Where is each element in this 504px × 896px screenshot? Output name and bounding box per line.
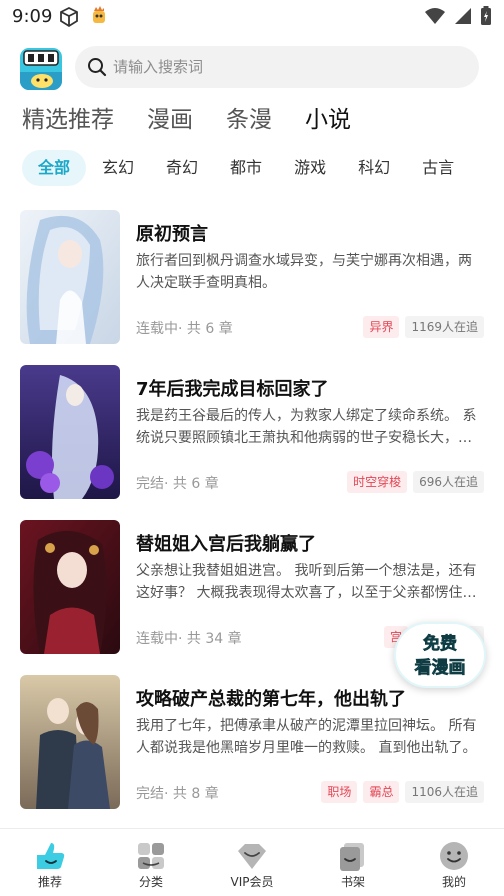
recommend-icon [33,839,67,873]
nav-label: 书架 [340,875,365,889]
novel-cover[interactable] [20,365,120,499]
wifi-icon [424,7,446,29]
nav-label: 我的 [441,875,466,889]
novel-cover[interactable] [20,210,120,344]
novel-description: 我是药王谷最后的传人，为救家人绑定了续命系统。 系统说只要照顾镇北王萧执和他病弱… [136,408,477,446]
status-time: 9:09 [12,6,53,27]
nav-profile[interactable]: 我的 [404,829,504,896]
novel-cover[interactable] [20,520,120,654]
novel-title: 替姐姐入宫后我躺赢了 [136,534,316,555]
chip-game[interactable]: 游戏 [294,150,326,186]
float-line-2: 看漫画 [414,658,466,679]
tab-comics[interactable]: 漫画 [147,102,193,138]
novel-meta: 连载中· 共 6 章 [136,321,233,337]
nav-label: 分类 [138,875,163,889]
novel-meta: 连载中· 共 34 章 [136,631,242,647]
genre-tag: 霸总 [363,781,400,803]
novel-meta: 完结· 共 8 章 [136,786,219,802]
novel-description: 父亲想让我替姐姐进宫。 我听到后第一个想法是，还有这好事？ 大概我表现得太欢喜了… [136,563,477,601]
novel-card[interactable]: 7年后我完成目标回家了 我是药王谷最后的传人，为救家人绑定了续命系统。 系统说只… [0,365,504,501]
header [0,44,504,92]
nav-recommend[interactable]: 推荐 [0,829,100,896]
nav-vip[interactable]: VIP会员 [202,829,302,896]
nav-bookshelf[interactable]: 书架 [303,829,403,896]
category-chips: 全部 玄幻 奇幻 都市 游戏 科幻 古言 [22,150,486,186]
cube-icon [58,6,80,32]
free-comics-float-button[interactable]: 免费 看漫画 [394,622,486,688]
main-tabs: 精选推荐 漫画 条漫 小说 [22,102,353,138]
app-notification-icon [89,5,109,31]
nav-category[interactable]: 分类 [101,829,201,896]
category-icon [134,839,168,873]
bottom-nav: 推荐 分类 VIP会员 书架 我的 [0,828,504,896]
genre-tag: 异界 [363,316,400,338]
signal-icon [454,7,472,29]
nav-label: 推荐 [37,875,62,889]
nav-label: VIP会员 [230,875,274,889]
profile-icon [437,839,471,873]
tab-webtoon[interactable]: 条漫 [226,102,272,138]
tab-featured[interactable]: 精选推荐 [22,102,114,138]
followers-badge: 1169人在追 [405,316,484,338]
float-line-1: 免费 [423,634,458,655]
chip-xuanhuan[interactable]: 玄幻 [102,150,134,186]
novel-title: 攻略破产总裁的第七年，他出轨了 [136,689,406,710]
chip-urban[interactable]: 都市 [230,150,262,186]
status-bar: 9:09 [0,0,504,34]
battery-icon [480,6,492,30]
vip-icon [235,839,269,873]
chip-ancient-romance[interactable]: 古言 [422,150,454,186]
novel-description: 旅行者回到枫丹调查水域异变，与芙宁娜再次相遇，两人决定联手查明真相。 [136,253,472,291]
search-input[interactable] [113,46,463,88]
bookshelf-icon [336,839,370,873]
novel-title: 7年后我完成目标回家了 [136,379,329,400]
novel-cover[interactable] [20,675,120,809]
followers-badge: 1106人在追 [405,781,484,803]
novel-tags: 时空穿梭 696人在追 [347,471,484,493]
followers-badge: 696人在追 [413,471,484,493]
novel-description: 我用了七年，把傅承聿从破产的泥潭里拉回神坛。 所有人都说我是他黑暗岁月里唯一的救… [136,718,477,756]
chip-scifi[interactable]: 科幻 [358,150,390,186]
status-icons [424,6,492,30]
search-bar[interactable] [75,46,479,88]
app-logo[interactable] [20,48,62,90]
genre-tag: 时空穿梭 [347,471,408,493]
novel-tags: 异界 1169人在追 [363,316,484,338]
chip-fantasy[interactable]: 奇幻 [166,150,198,186]
novel-card[interactable]: 原初预言 旅行者回到枫丹调查水域异变，与芙宁娜再次相遇，两人决定联手查明真相。 … [0,210,504,346]
chip-all[interactable]: 全部 [22,150,87,186]
novel-title: 原初预言 [136,224,208,245]
tab-novels[interactable]: 小说 [303,102,353,138]
novel-card[interactable]: 攻略破产总裁的第七年，他出轨了 我用了七年，把傅承聿从破产的泥潭里拉回神坛。 所… [0,675,504,811]
genre-tag: 职场 [321,781,358,803]
novel-meta: 完结· 共 6 章 [136,476,219,492]
search-icon [87,57,107,81]
novel-tags: 职场 霸总 1106人在追 [321,781,484,803]
